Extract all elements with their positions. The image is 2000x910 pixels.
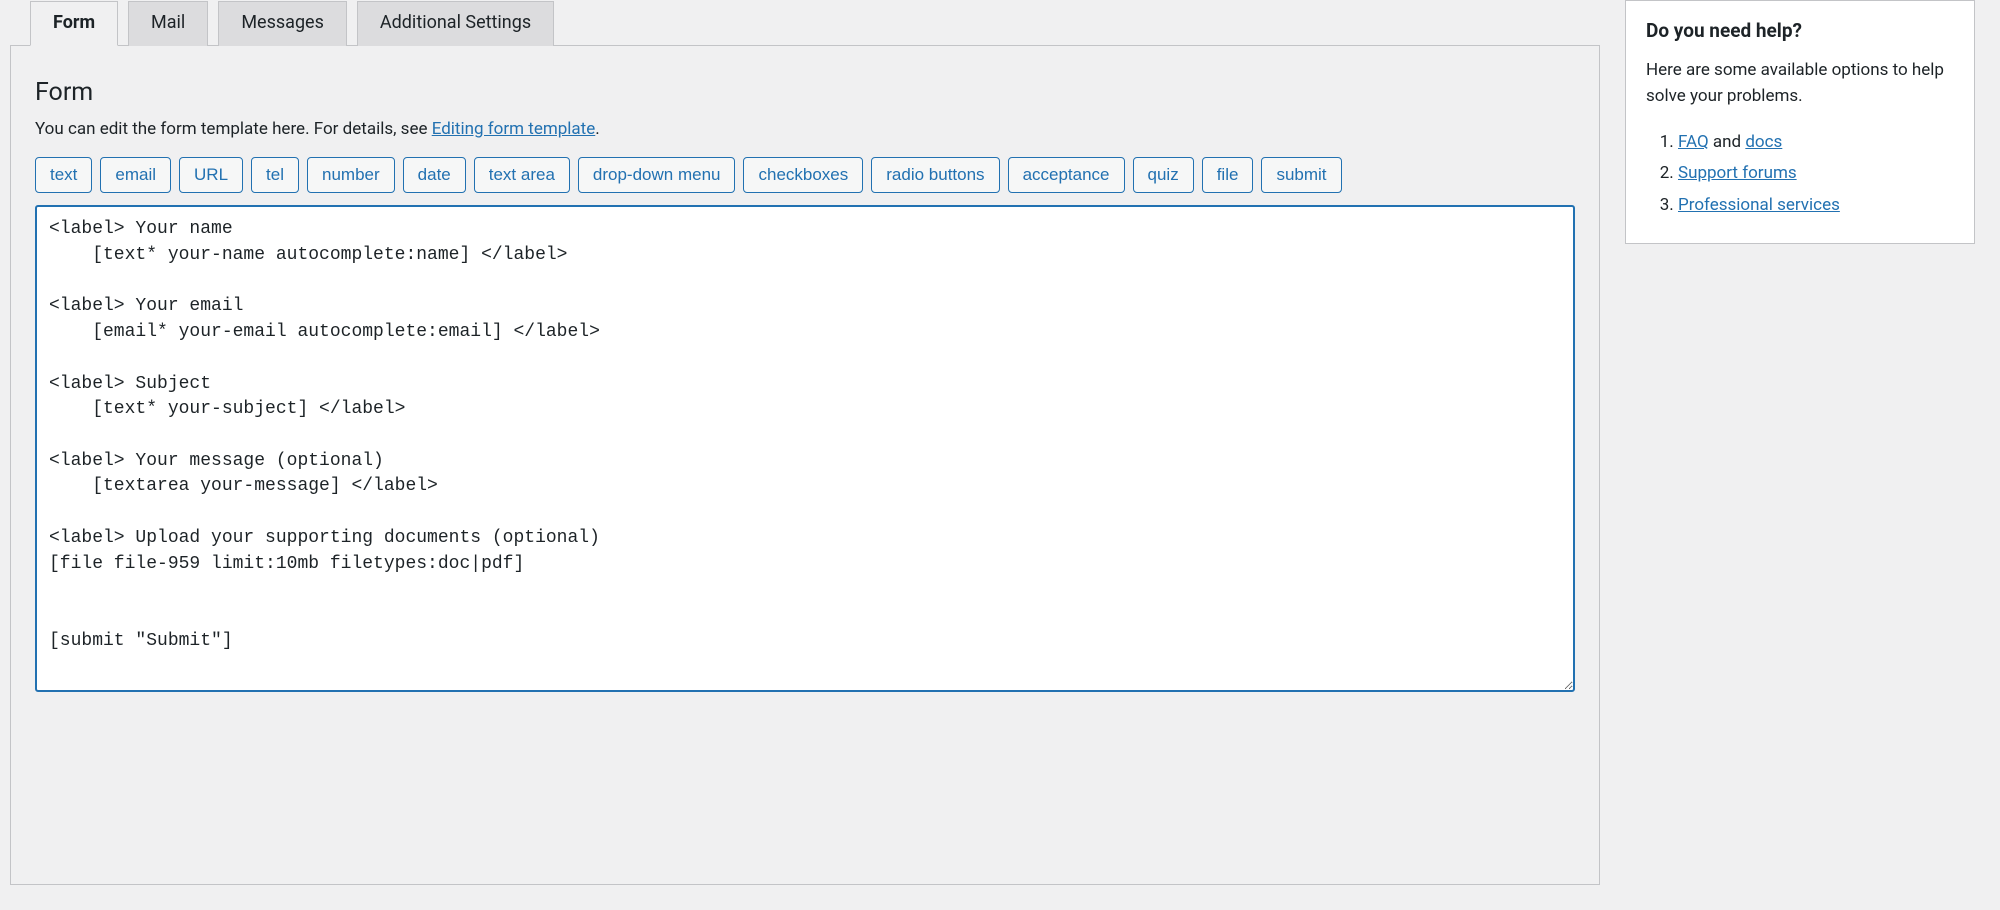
help-list: FAQ and docs Support forums Professional s…	[1646, 127, 1954, 221]
tag-btn-drop-down-menu[interactable]: drop-down menu	[578, 157, 736, 193]
panel-desc-prefix: You can edit the form template here. For…	[35, 119, 432, 139]
form-panel: Form You can edit the form template here…	[10, 45, 1600, 885]
form-template-textarea[interactable]	[35, 205, 1575, 692]
tag-btn-number[interactable]: number	[307, 157, 395, 193]
tag-btn-quiz[interactable]: quiz	[1133, 157, 1194, 193]
help-link-faq[interactable]: FAQ	[1678, 132, 1709, 152]
tag-btn-tel[interactable]: tel	[251, 157, 299, 193]
tag-btn-acceptance[interactable]: acceptance	[1008, 157, 1125, 193]
tab-additional-settings[interactable]: Additional Settings	[357, 1, 554, 46]
tag-btn-radio-buttons[interactable]: radio buttons	[871, 157, 999, 193]
tag-btn-text[interactable]: text	[35, 157, 92, 193]
help-link-docs[interactable]: docs	[1745, 132, 1782, 152]
tag-btn-email[interactable]: email	[100, 157, 171, 193]
editing-form-template-link[interactable]: Editing form template	[432, 119, 596, 139]
panel-description: You can edit the form template here. For…	[35, 119, 1575, 139]
help-link-professional-services[interactable]: Professional services	[1678, 195, 1840, 215]
tag-btn-url[interactable]: URL	[179, 157, 243, 193]
tag-btn-file[interactable]: file	[1202, 157, 1254, 193]
panel-heading: Form	[35, 78, 1575, 107]
help-item: Professional services	[1678, 190, 1954, 221]
editor-tabs: FormMailMessagesAdditional Settings	[30, 0, 1600, 45]
help-box: Do you need help? Here are some availabl…	[1625, 0, 1975, 244]
help-item: FAQ and docs	[1678, 127, 1954, 158]
help-title: Do you need help?	[1646, 19, 1954, 42]
tab-form[interactable]: Form	[30, 1, 118, 46]
help-link-support-forums[interactable]: Support forums	[1678, 163, 1797, 183]
panel-desc-suffix: .	[595, 119, 599, 139]
help-intro: Here are some available options to help …	[1646, 58, 1954, 109]
tag-btn-date[interactable]: date	[403, 157, 466, 193]
tab-mail[interactable]: Mail	[128, 1, 208, 46]
tag-btn-text-area[interactable]: text area	[474, 157, 570, 193]
tab-messages[interactable]: Messages	[218, 1, 347, 46]
tag-generator-buttons: textemailURLtelnumberdatetext areadrop-d…	[35, 157, 1575, 193]
tag-btn-submit[interactable]: submit	[1261, 157, 1341, 193]
help-item: Support forums	[1678, 158, 1954, 189]
tag-btn-checkboxes[interactable]: checkboxes	[743, 157, 863, 193]
help-item-text: and	[1709, 132, 1746, 152]
